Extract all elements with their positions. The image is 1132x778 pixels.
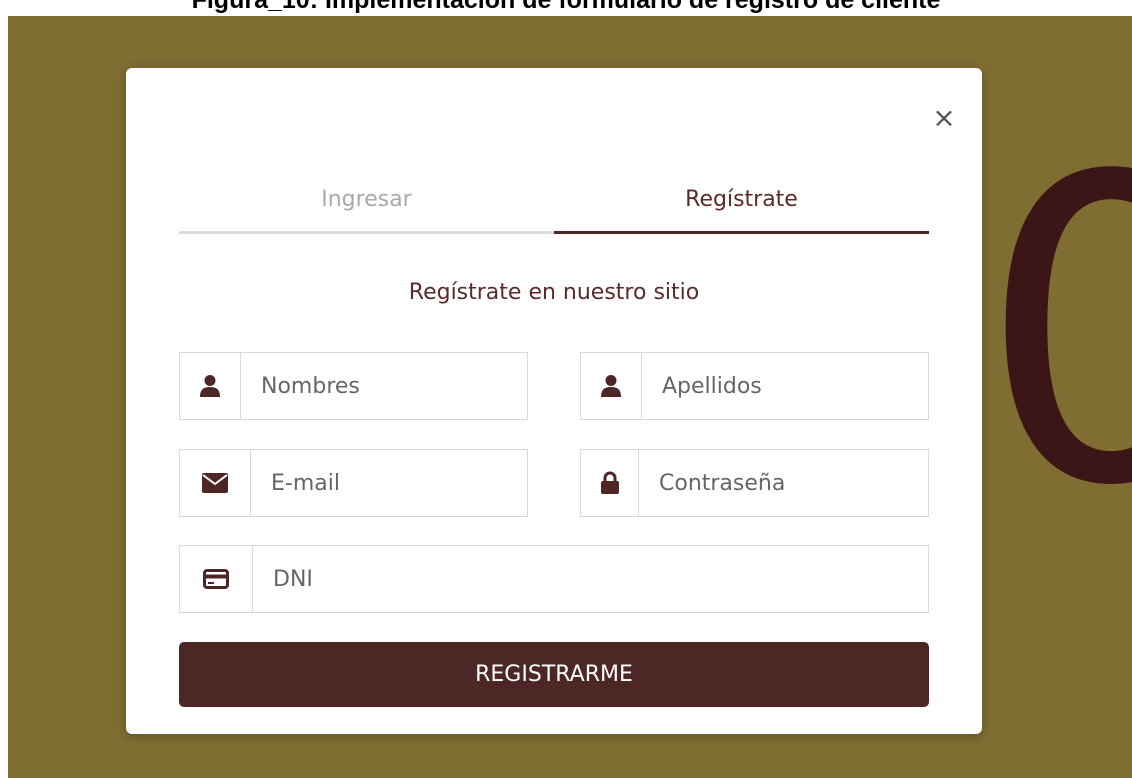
form-subtitle: Regístrate en nuestro sitio: [408, 280, 700, 305]
register-modal: × Ingresar Regístrate Regístrate en nues…: [126, 68, 982, 734]
register-button[interactable]: REGISTRARME: [179, 642, 929, 707]
tab-ingresar[interactable]: Ingresar: [179, 176, 554, 234]
email-addon: [180, 450, 251, 516]
email-input[interactable]: [251, 450, 527, 516]
tab-registrate[interactable]: Regístrate: [554, 176, 929, 234]
auth-tabs: Ingresar Regístrate: [179, 176, 929, 236]
credit-card-icon: [203, 569, 229, 589]
nombres-field: [179, 352, 528, 420]
apellidos-input[interactable]: [642, 353, 928, 419]
password-addon: [581, 450, 639, 516]
user-icon: [600, 374, 622, 398]
user-icon: [199, 374, 221, 398]
envelope-icon: [202, 473, 228, 493]
close-button[interactable]: ×: [926, 100, 962, 136]
nombres-input[interactable]: [241, 353, 527, 419]
password-input[interactable]: [639, 450, 928, 516]
background-large-glyph: 0: [978, 89, 1132, 578]
password-field: [580, 449, 929, 517]
apellidos-field: [580, 352, 929, 420]
email-field: [179, 449, 528, 517]
figure-caption-strip: Figura_10: Implementación de formulario …: [0, 0, 1132, 16]
figure-caption: Figura_10: Implementación de formulario …: [191, 0, 941, 14]
apellidos-addon: [581, 353, 642, 419]
nombres-addon: [180, 353, 241, 419]
lock-icon: [600, 471, 620, 495]
dni-addon: [180, 546, 253, 612]
dni-input[interactable]: [253, 546, 928, 612]
dni-field: [179, 545, 929, 613]
